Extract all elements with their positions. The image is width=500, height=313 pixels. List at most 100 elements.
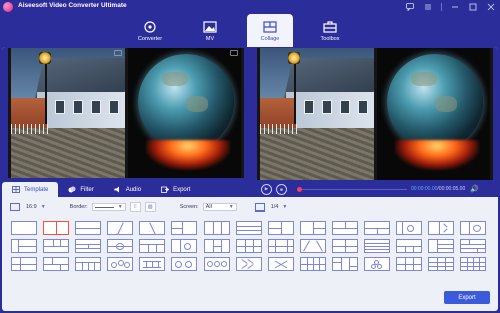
page-indicator: 1/4: [270, 204, 279, 210]
planet-continent: [185, 96, 208, 112]
template-item[interactable]: [11, 239, 37, 253]
template-item[interactable]: [139, 257, 166, 271]
street-lamp: [39, 52, 51, 64]
mv-icon: [203, 20, 217, 33]
template-item[interactable]: [107, 221, 134, 235]
maximize-icon[interactable]: [468, 2, 478, 12]
stop-button[interactable]: ■: [276, 183, 287, 195]
template-item-selected[interactable]: [43, 221, 70, 235]
border-line-preview: [94, 206, 114, 208]
template-item[interactable]: [396, 221, 423, 235]
tab-converter[interactable]: Converter: [120, 14, 180, 48]
collage-sub-tabs: Template Filter Audio Export: [2, 178, 252, 197]
menu-icon[interactable]: [423, 2, 433, 12]
template-item[interactable]: [428, 257, 455, 271]
template-item[interactable]: [11, 257, 37, 271]
template-item[interactable]: [139, 239, 166, 253]
tile-resize-icon[interactable]: [113, 50, 122, 56]
export-button[interactable]: Export: [444, 291, 490, 304]
template-item[interactable]: [396, 239, 423, 253]
collage-icon: [263, 20, 277, 33]
border-grid-button[interactable]: ⁞⁞: [129, 202, 141, 212]
template-item[interactable]: [267, 257, 294, 271]
template-item[interactable]: [428, 239, 455, 253]
tab-template[interactable]: Template: [2, 182, 59, 197]
tab-audio[interactable]: Audio: [104, 182, 151, 197]
template-item[interactable]: [75, 257, 102, 271]
template-item[interactable]: [331, 257, 358, 271]
template-item[interactable]: [75, 239, 102, 253]
planet-continent: [434, 96, 457, 112]
template-item[interactable]: [364, 221, 391, 235]
tab-collage[interactable]: Collage: [247, 14, 293, 48]
template-item[interactable]: [43, 257, 70, 271]
template-item[interactable]: [331, 239, 358, 253]
minimize-icon[interactable]: [450, 2, 460, 12]
chat-icon[interactable]: [405, 2, 415, 12]
template-item[interactable]: [364, 257, 391, 271]
toolbox-icon: [323, 20, 337, 33]
template-item[interactable]: [107, 257, 134, 271]
tab-label: Toolbox: [320, 35, 340, 42]
template-item[interactable]: [75, 221, 102, 235]
cobblestone-road: [260, 128, 374, 180]
volume-icon[interactable]: 🔊: [470, 185, 479, 193]
template-item[interactable]: [267, 239, 294, 253]
border-style-select[interactable]: ▼: [91, 203, 126, 211]
template-item[interactable]: [460, 221, 487, 235]
template-item[interactable]: [203, 221, 230, 235]
aspect-ratio-value[interactable]: 16:9: [26, 204, 37, 210]
planet-fire: [394, 140, 479, 170]
monitor-icon: [254, 202, 265, 212]
window-controls: [405, 1, 496, 13]
template-item[interactable]: [428, 221, 455, 235]
tile-resize-icon[interactable]: [230, 50, 238, 56]
template-item[interactable]: [235, 257, 262, 271]
template-item[interactable]: [203, 257, 230, 271]
collage-tile-planet[interactable]: [127, 48, 241, 180]
template-item[interactable]: [171, 221, 198, 235]
template-item[interactable]: [171, 239, 198, 253]
border-color-button[interactable]: ▨: [144, 202, 156, 212]
template-item[interactable]: [139, 221, 166, 235]
progress-bar[interactable]: [302, 188, 407, 190]
template-item[interactable]: [203, 239, 230, 253]
title-bar: Aiseesoft Video Converter Ultimate: [0, 0, 500, 14]
template-icon: [12, 186, 20, 193]
template-item[interactable]: [331, 221, 358, 235]
chevron-down-icon[interactable]: ▼: [282, 204, 287, 210]
tab-label: Collage: [260, 35, 280, 42]
template-item[interactable]: [460, 239, 487, 253]
chevron-down-icon[interactable]: ▼: [41, 204, 46, 210]
house-window: [340, 100, 350, 114]
template-item[interactable]: [299, 221, 326, 235]
close-icon[interactable]: [486, 2, 496, 12]
template-item[interactable]: [11, 221, 37, 235]
border-label: Border:: [69, 204, 88, 210]
template-item[interactable]: [171, 257, 198, 271]
tab-export[interactable]: Export: [151, 182, 200, 197]
template-item[interactable]: [235, 221, 262, 235]
template-item[interactable]: [43, 239, 70, 253]
time-readout: 00:00:00.00/00:00:05.00: [411, 186, 465, 192]
house-window: [109, 100, 119, 114]
tab-label: Audio: [125, 186, 142, 193]
template-item[interactable]: [235, 239, 262, 253]
street-lamp: [288, 52, 300, 64]
play-button[interactable]: ▶: [261, 183, 272, 195]
template-item[interactable]: [107, 239, 134, 253]
tab-mv[interactable]: MV: [180, 14, 240, 48]
template-item[interactable]: [299, 257, 326, 271]
template-item[interactable]: [364, 239, 391, 253]
template-item[interactable]: [299, 239, 326, 253]
template-item[interactable]: [267, 221, 294, 235]
tab-toolbox[interactable]: Toolbox: [300, 14, 360, 48]
collage-tile-house[interactable]: [11, 48, 125, 180]
template-item[interactable]: [396, 257, 423, 271]
template-item[interactable]: [460, 257, 487, 271]
collage-editor[interactable]: [8, 48, 244, 180]
tab-filter[interactable]: Filter: [58, 182, 103, 197]
preview-area: ▶ ■ 00:00:00.00/00:00:05.00 🔊 Template F…: [2, 47, 498, 197]
house-window: [73, 100, 83, 114]
screen-select[interactable]: All ▼: [202, 203, 237, 211]
